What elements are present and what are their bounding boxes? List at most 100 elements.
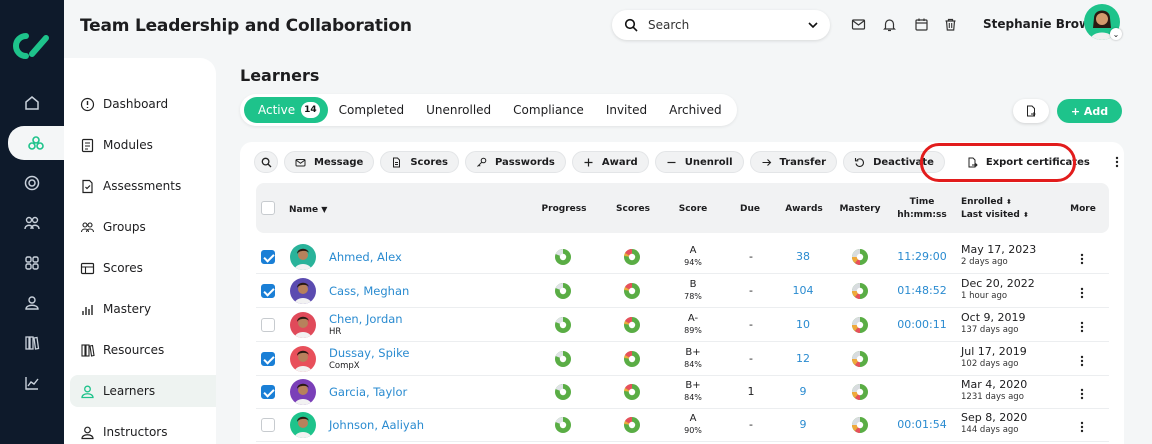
due-column-header[interactable]: Due — [734, 203, 766, 216]
enrolled-column-header[interactable]: Enrolled ⬍ Last visited ⬍ — [961, 196, 1029, 222]
learner-name-link[interactable]: Garcia, Taylor — [329, 385, 407, 399]
tab-active[interactable]: Active 14 — [244, 97, 328, 123]
row-more-icon[interactable] — [1080, 418, 1086, 433]
name-column-header[interactable]: Name ▼ — [289, 203, 327, 217]
search-box[interactable]: Search — [612, 10, 830, 40]
mastery-pie-icon[interactable] — [851, 248, 869, 266]
toolbar-search-button[interactable] — [254, 151, 278, 173]
avatar[interactable] — [290, 412, 316, 438]
table-row[interactable]: Ahmed, Alex A 94% - 38 11:29:00 May 17, 2023 2 … — [256, 240, 1109, 274]
learner-name-link[interactable]: Dussay, Spike — [329, 346, 409, 360]
awards-link[interactable]: 12 — [792, 352, 814, 365]
table-row[interactable]: Johnson, Aaliyah A 90% - 9 00:01:54 Sep 8, 202… — [256, 408, 1109, 442]
sidebar-item-mastery[interactable]: Mastery — [70, 293, 216, 325]
message-button[interactable]: Message — [284, 151, 375, 173]
row-more-icon[interactable] — [1080, 250, 1086, 265]
row-checkbox[interactable] — [261, 352, 275, 366]
table-row[interactable]: Dussay, Spike CompX B+ 84% - 12 Jul 17, 2019 10… — [256, 342, 1109, 376]
scores-pie-icon[interactable] — [623, 383, 641, 401]
row-checkbox[interactable] — [261, 284, 275, 298]
awards-column-header[interactable]: Awards — [781, 203, 827, 216]
awards-link[interactable]: 38 — [792, 250, 814, 263]
transfer-button[interactable]: Transfer — [749, 151, 838, 173]
progress-pie-icon[interactable] — [554, 350, 572, 368]
mastery-pie-icon[interactable] — [851, 416, 869, 434]
rail-home-icon[interactable] — [0, 86, 64, 120]
mastery-column-header[interactable]: Mastery — [836, 203, 884, 216]
row-checkbox[interactable] — [261, 385, 275, 399]
tab-completed[interactable]: Completed — [328, 97, 415, 123]
learner-name-link[interactable]: Cass, Meghan — [329, 284, 409, 298]
tab-invited[interactable]: Invited — [595, 97, 658, 123]
mail-icon[interactable] — [851, 17, 866, 32]
progress-pie-icon[interactable] — [554, 282, 572, 300]
scores-pie-icon[interactable] — [623, 416, 641, 434]
avatar[interactable] — [290, 278, 316, 304]
awards-link[interactable]: 10 — [792, 318, 814, 331]
progress-pie-icon[interactable] — [554, 316, 572, 334]
chevron-down-icon[interactable] — [806, 18, 820, 32]
avatar[interactable] — [290, 379, 316, 405]
awards-link[interactable]: 9 — [792, 418, 814, 431]
score-column-header[interactable]: Score — [674, 203, 712, 216]
avatar[interactable] — [290, 312, 316, 338]
time-link[interactable]: 00:01:54 — [896, 418, 948, 431]
bell-icon[interactable] — [882, 17, 897, 32]
scores-column-header[interactable]: Scores — [610, 203, 656, 216]
add-learner-button[interactable]: + Add — [1057, 99, 1122, 123]
learner-name-link[interactable]: Ahmed, Alex — [329, 250, 402, 264]
awards-link[interactable]: 104 — [792, 284, 814, 297]
select-all-checkbox[interactable] — [261, 201, 275, 215]
progress-column-header[interactable]: Progress — [536, 203, 592, 216]
sidebar-item-learners[interactable]: Learners — [70, 375, 216, 407]
time-link[interactable]: 11:29:00 — [896, 250, 948, 263]
progress-pie-icon[interactable] — [554, 248, 572, 266]
row-checkbox[interactable] — [261, 250, 275, 264]
sidebar-item-instructors[interactable]: Instructors — [70, 416, 216, 444]
sidebar-item-resources[interactable]: Resources — [70, 334, 216, 366]
sidebar-item-groups[interactable]: Groups — [70, 211, 216, 243]
mastery-pie-icon[interactable] — [851, 350, 869, 368]
tab-compliance[interactable]: Compliance — [502, 97, 595, 123]
search-input[interactable]: Search — [648, 18, 689, 32]
sidebar-item-assessments[interactable]: Assessments — [70, 170, 216, 202]
scores-pie-icon[interactable] — [623, 316, 641, 334]
tab-unenrolled[interactable]: Unenrolled — [415, 97, 502, 123]
progress-pie-icon[interactable] — [554, 416, 572, 434]
calendar-icon[interactable] — [914, 17, 929, 32]
sidebar-item-dashboard[interactable]: Dashboard — [70, 88, 216, 120]
time-link[interactable]: 00:00:11 — [896, 318, 948, 331]
avatar[interactable] — [290, 244, 316, 270]
rail-people-icon[interactable] — [0, 206, 64, 240]
rail-chart-icon[interactable] — [0, 366, 64, 400]
trash-icon[interactable] — [943, 17, 958, 32]
learner-name-link[interactable]: Johnson, Aaliyah — [329, 418, 424, 432]
time-link[interactable]: 01:48:52 — [896, 284, 948, 297]
tab-archived[interactable]: Archived — [658, 97, 733, 123]
mastery-pie-icon[interactable] — [851, 383, 869, 401]
scores-pie-icon[interactable] — [623, 350, 641, 368]
rail-library-icon[interactable] — [0, 326, 64, 360]
table-row[interactable]: Cass, Meghan B 78% - 104 01:48:52 Dec 20, 2022… — [256, 274, 1109, 308]
brand-logo[interactable] — [12, 32, 52, 60]
row-more-icon[interactable] — [1080, 318, 1086, 333]
row-checkbox[interactable] — [261, 418, 275, 432]
user-name[interactable]: Stephanie Brown — [983, 17, 1099, 31]
row-checkbox[interactable] — [261, 318, 275, 332]
sidebar-item-scores[interactable]: Scores — [70, 252, 216, 284]
user-menu-chevron-icon[interactable]: ⌄ — [1110, 28, 1122, 40]
time-column-header[interactable]: Time hh:mm:ss — [892, 196, 952, 222]
row-more-icon[interactable] — [1080, 352, 1086, 367]
mastery-pie-icon[interactable] — [851, 316, 869, 334]
rail-modules-icon[interactable] — [8, 126, 64, 160]
awards-link[interactable]: 9 — [792, 385, 814, 398]
scores-pie-icon[interactable] — [623, 248, 641, 266]
learner-name-link[interactable]: Chen, Jordan — [329, 312, 403, 326]
row-more-icon[interactable] — [1080, 284, 1086, 299]
scores-pie-icon[interactable] — [623, 282, 641, 300]
rail-grid-icon[interactable] — [0, 246, 64, 280]
rail-user-icon[interactable] — [0, 286, 64, 320]
unenroll-button[interactable]: Unenroll — [654, 151, 744, 173]
passwords-button[interactable]: Passwords — [465, 151, 566, 173]
table-row[interactable]: Chen, Jordan HR A- 89% - 10 00:00:11 Oct 9, 201… — [256, 308, 1109, 342]
